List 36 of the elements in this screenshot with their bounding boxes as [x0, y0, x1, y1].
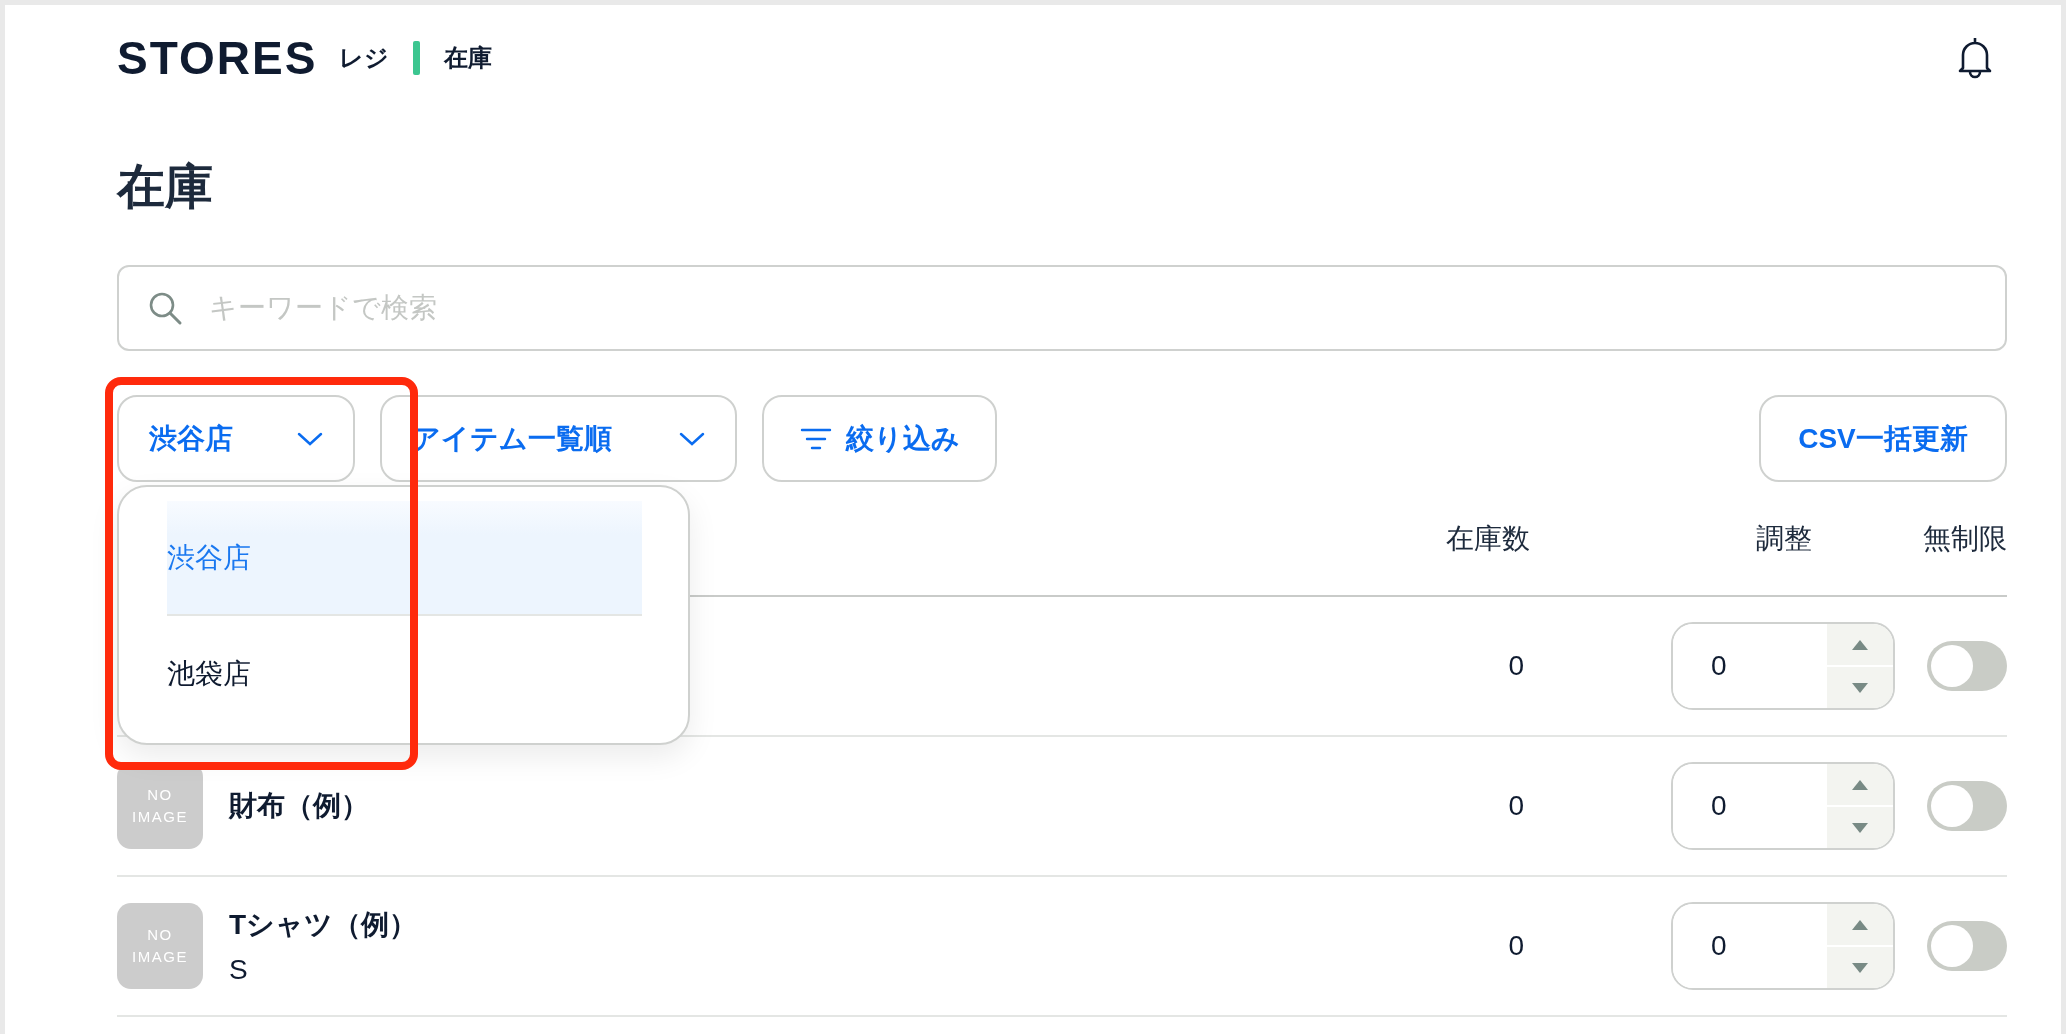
stock-count: 0: [1508, 930, 1525, 962]
accent-bar: [413, 41, 421, 75]
triangle-down-icon: [1851, 821, 1869, 834]
section-name: 在庫: [444, 43, 493, 73]
column-header: 調整: [1755, 521, 1813, 556]
triangle-up-icon: [1851, 638, 1869, 651]
chevron-down-icon: [679, 430, 705, 447]
unlimited-toggle[interactable]: [1927, 921, 2007, 971]
stock-count: 0: [1508, 650, 1525, 682]
item-name: 財布（例）: [229, 789, 369, 823]
unlimited-toggle[interactable]: [1927, 781, 2007, 831]
triangle-down-icon: [1851, 961, 1869, 974]
item-name: Tシャツ（例）: [229, 908, 418, 942]
menu-item[interactable]: 池袋店: [167, 616, 642, 731]
store-select[interactable]: 渋谷店: [117, 395, 355, 482]
triangle-up-icon: [1851, 918, 1869, 931]
adjust-stepper[interactable]: 0: [1671, 902, 1895, 990]
adjust-stepper[interactable]: 0: [1671, 622, 1895, 710]
unlimited-toggle[interactable]: [1927, 641, 2007, 691]
triangle-down-icon: [1851, 681, 1869, 694]
filter-button[interactable]: 絞り込み: [762, 395, 997, 482]
adjust-stepper[interactable]: 0: [1671, 762, 1895, 850]
logo: STORES: [117, 31, 318, 85]
csv-update-button[interactable]: CSV一括更新: [1759, 395, 2007, 482]
menu-item[interactable]: 渋谷店: [167, 501, 642, 616]
page-title: 在庫: [117, 159, 214, 215]
chevron-down-icon: [297, 430, 323, 447]
column-header: 在庫数: [1446, 521, 1530, 556]
stock-count: 0: [1508, 790, 1525, 822]
search-field[interactable]: キーワードで検索: [117, 265, 2007, 351]
column-header: 無制限: [1923, 521, 2007, 556]
triangle-up-icon: [1851, 778, 1869, 791]
search-icon: [147, 290, 183, 326]
item-variant: S: [229, 954, 249, 986]
app-name: レジ: [339, 43, 390, 73]
bell-icon[interactable]: [1957, 36, 1993, 80]
